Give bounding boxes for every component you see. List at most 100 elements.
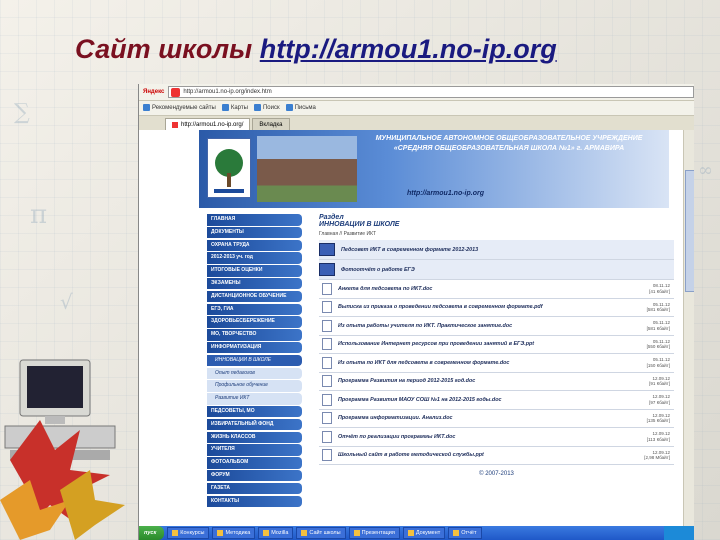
menu-item[interactable]: ОХРАНА ТРУДА <box>207 239 302 252</box>
address-field[interactable]: http://armou1.no-ip.org/index.htm <box>168 86 694 98</box>
school-url[interactable]: http://armou1.no-ip.org <box>407 190 484 197</box>
file-meta: 05.11.12 [581 Кбайт] <box>636 320 674 331</box>
document-icon <box>322 356 332 369</box>
browser-tab[interactable]: Вкладка <box>252 118 290 130</box>
menu-item[interactable]: ИЗБИРАТЕЛЬНЫЙ ФОНД <box>207 418 302 431</box>
file-meta: 05.11.12 [581 Кбайт] <box>636 302 674 313</box>
folder-row[interactable]: Педсовет ИКТ в современном формате 2012-… <box>319 240 674 260</box>
menu-item[interactable]: МО, ТВОРЧЕСТВО <box>207 329 302 341</box>
menu-item[interactable]: ДОКУМЕНТЫ <box>207 226 302 239</box>
bookmark-icon <box>221 104 229 112</box>
file-meta: 12.09.12 [91 Кбайт] <box>636 376 674 387</box>
menu-item[interactable]: ИНФОРМАТИЗАЦИЯ <box>207 341 302 354</box>
file-row[interactable]: Использование Интернет ресурсов при пров… <box>319 336 674 354</box>
file-title: Использование Интернет ресурсов при пров… <box>338 341 535 348</box>
menu-item[interactable]: ФОРУМ <box>207 469 302 482</box>
file-row[interactable]: Из опыта работы учителя по ИКТ. Практиче… <box>319 317 674 336</box>
file-row[interactable]: Школьный сайт в работе методической служ… <box>319 447 674 465</box>
address-bar-row: Яндекс http://armou1.no-ip.org/index.htm <box>139 84 694 101</box>
file-row[interactable]: Программа Развития МАОУ СОШ №1 на 2012-2… <box>319 391 674 410</box>
folder-icon <box>319 243 335 256</box>
taskbar-task[interactable]: Отчёт <box>448 527 482 539</box>
file-row[interactable]: Анкета для педсовета по ИКТ.doc 08.11.12[… <box>319 280 674 299</box>
bookmark-item[interactable]: Поиск <box>253 104 280 112</box>
start-button[interactable]: пуск <box>139 526 165 540</box>
document-icon <box>322 301 332 314</box>
file-meta: 12.09.12 [135 Кбайт] <box>636 413 674 424</box>
menu-item[interactable]: Опыт педагогов <box>207 367 302 380</box>
file-row[interactable]: Отчёт по реализации программы ИКТ.doc 12.… <box>319 428 674 447</box>
site-footer: © 2007-2013 <box>479 471 514 477</box>
vertical-scrollbar[interactable] <box>683 130 694 526</box>
taskbar-task-label: Mozilla <box>271 530 289 536</box>
menu-item[interactable]: ПЕДСОВЕТЫ, МО <box>207 405 302 418</box>
document-icon <box>322 282 332 295</box>
menu-item[interactable]: ГАЗЕТА <box>207 482 302 495</box>
scrollbar-thumb[interactable] <box>685 170 694 292</box>
menu-item[interactable]: ЭКЗАМЕНЫ <box>207 277 302 290</box>
menu-item[interactable]: ГЛАВНАЯ <box>207 214 302 226</box>
window-icon <box>263 530 270 536</box>
file-title: Из опыта работы учителя по ИКТ. Практиче… <box>338 322 513 329</box>
menu-item[interactable]: ИННОВАЦИИ В ШКОЛЕ <box>207 354 302 367</box>
menu-item[interactable]: ЕГЭ, ГИА <box>207 303 302 316</box>
menu-item[interactable]: ДИСТАНЦИОННОЕ ОБУЧЕНИЕ <box>207 290 302 303</box>
file-size: [581 Кбайт] <box>646 325 670 331</box>
document-icon <box>322 393 332 406</box>
bookmark-icon <box>285 104 293 112</box>
tab-strip: http://armou1.no-ip.org/ Вкладка <box>139 116 694 131</box>
taskbar-task-label: Сайт школы <box>309 530 341 536</box>
bookmark-item[interactable]: Карты <box>221 104 248 112</box>
document-icon <box>322 430 332 443</box>
menu-item[interactable]: Профильное обучение <box>207 380 302 392</box>
file-meta: 05.11.12 [550 Кбайт] <box>636 339 674 350</box>
file-row[interactable]: Выписка из приказа о проведении педсовет… <box>319 299 674 317</box>
file-size: [581 Кбайт] <box>646 307 670 313</box>
taskbar-task[interactable]: Mozilla <box>258 527 294 539</box>
file-meta: 12.09.12 [113 Кбайт] <box>636 431 674 442</box>
file-row[interactable]: Из опыта по ИКТ для педсовета в современ… <box>319 354 674 373</box>
file-size: [135 Кбайт] <box>646 418 670 424</box>
window-icon <box>172 530 179 536</box>
slide-title-url[interactable]: http://armou1.no-ip.org <box>260 34 557 64</box>
file-title: Программа Развития на период 2012-2015 г… <box>338 378 476 385</box>
address-text: http://armou1.no-ip.org/index.htm <box>183 89 272 95</box>
taskbar-task[interactable]: Конкурсы <box>167 527 210 539</box>
menu-item[interactable]: КОНТАКТЫ <box>207 495 302 508</box>
bookmark-item[interactable]: Рекомендуемые сайты <box>143 104 216 112</box>
taskbar-task-label: Конкурсы <box>180 530 205 536</box>
taskbar-task[interactable]: Презентация <box>348 527 400 539</box>
taskbar-task[interactable]: Документ <box>402 527 446 539</box>
doodle-decoration: ∞ <box>698 160 713 181</box>
browser-tab[interactable]: http://armou1.no-ip.org/ <box>165 118 251 130</box>
file-row[interactable]: Программа информатизации. Анализ.doc 12.0… <box>319 410 674 428</box>
file-meta: 08.11.12 [41 Кбайт] <box>636 283 674 294</box>
file-row[interactable]: Программа Развития на период 2012-2015 г… <box>319 373 674 391</box>
folder-title: Фотоотчёт о работе ЕГЭ <box>341 266 415 273</box>
doodle-decoration: √ <box>60 290 73 314</box>
folder-row[interactable]: Фотоотчёт о работе ЕГЭ <box>319 260 674 280</box>
school-crest-icon <box>207 138 251 198</box>
section-label: Раздел <box>319 214 344 221</box>
file-meta: 12.09.12 [2,98 Мбайт] <box>636 450 674 461</box>
bookmark-icon <box>253 104 261 112</box>
menu-item[interactable]: ЖИЗНЬ КЛАССОВ <box>207 431 302 444</box>
tab-favicon-icon <box>172 121 178 128</box>
taskbar-task[interactable]: Сайт школы <box>296 527 346 539</box>
system-tray <box>664 526 694 540</box>
menu-item[interactable]: УЧИТЕЛЯ <box>207 444 302 456</box>
menu-item[interactable]: 2012-2013 уч. год <box>207 252 302 264</box>
document-icon <box>322 338 332 351</box>
file-title: Программа Развития МАОУ СОШ №1 на 2012-2… <box>338 396 502 403</box>
site-header: МУНИЦИПАЛЬНОЕ АВТОНОМНОЕ ОБЩЕОБРАЗОВАТЕЛ… <box>199 130 669 208</box>
document-icon <box>322 375 332 388</box>
bookmark-item[interactable]: Письма <box>285 104 316 112</box>
file-title: Из опыта по ИКТ для педсовета в современ… <box>338 359 510 366</box>
menu-item[interactable]: Развитие ИКТ <box>207 393 302 405</box>
taskbar-task[interactable]: Методика <box>212 527 256 539</box>
menu-item[interactable]: ИТОГОВЫЕ ОЦЕНКИ <box>207 265 302 277</box>
menu-item[interactable]: ФОТОАЛЬБОМ <box>207 457 302 469</box>
breadcrumb[interactable]: Главная // Развитие ИКТ <box>319 231 674 237</box>
menu-item[interactable]: ЗДОРОВЬЕСБЕРЕЖЕНИЕ <box>207 316 302 328</box>
file-size: [2,98 Мбайт] <box>644 455 670 461</box>
